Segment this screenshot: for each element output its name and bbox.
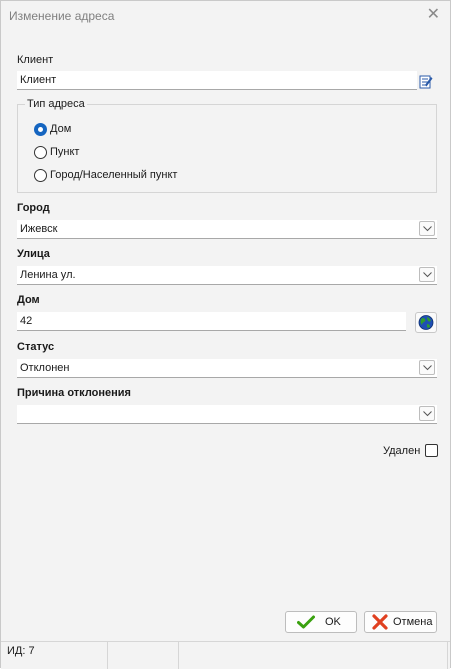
city-label: Город — [17, 202, 50, 214]
city-value: Ижевск — [20, 223, 58, 235]
status-bar-cell: ИД: 7 — [1, 642, 108, 669]
status-bar-cell — [179, 642, 448, 669]
cancel-button-label: Отмена — [393, 616, 433, 628]
reject-reason-label: Причина отклонения — [17, 387, 131, 399]
house-input[interactable]: 42 — [17, 312, 406, 331]
street-select[interactable]: Ленина ул. — [17, 266, 437, 285]
city-select[interactable]: Ижевск — [17, 220, 437, 239]
edit-icon[interactable] — [419, 74, 433, 89]
street-label: Улица — [17, 248, 50, 260]
house-label: Дом — [17, 294, 40, 306]
deleted-checkbox[interactable] — [425, 444, 438, 457]
globe-icon — [418, 315, 434, 330]
status-bar-cell — [108, 642, 179, 669]
radio-house[interactable]: Дом — [34, 122, 71, 136]
radio-indicator[interactable] — [34, 145, 47, 159]
radio-city[interactable]: Город/Населенный пункт — [34, 168, 177, 182]
checkmark-icon — [297, 615, 315, 629]
radio-house-label: Дом — [50, 123, 72, 135]
globe-button[interactable] — [415, 312, 437, 333]
status-select[interactable]: Отклонен — [17, 359, 437, 378]
window-title: Изменение адреса — [9, 9, 115, 23]
address-type-label: Тип адреса — [25, 98, 87, 110]
radio-point-label: Пункт — [50, 146, 80, 158]
radio-selected-indicator[interactable] — [34, 122, 47, 136]
radio-indicator[interactable] — [34, 168, 47, 182]
cross-icon — [372, 614, 388, 630]
close-icon[interactable]: ✕ — [427, 7, 440, 23]
chevron-down-icon[interactable] — [419, 221, 435, 236]
client-field[interactable]: Клиент — [17, 71, 417, 90]
status-value: Отклонен — [20, 362, 70, 374]
chevron-down-icon[interactable] — [419, 406, 435, 421]
client-value: Клиент — [20, 74, 57, 86]
house-value: 42 — [20, 315, 33, 327]
ok-button[interactable]: OK — [285, 611, 357, 633]
ok-button-label: OK — [325, 616, 341, 628]
id-text: ИД: 7 — [7, 645, 35, 657]
status-bar: ИД: 7 — [1, 641, 450, 669]
deleted-label: Удален — [383, 445, 421, 457]
title-bar: Изменение адреса ✕ — [1, 1, 450, 31]
street-value: Ленина ул. — [20, 269, 76, 281]
radio-point[interactable]: Пункт — [34, 145, 79, 159]
radio-city-label: Город/Населенный пункт — [50, 169, 178, 181]
chevron-down-icon[interactable] — [419, 267, 435, 282]
cancel-button[interactable]: Отмена — [364, 611, 437, 633]
client-label: Клиент — [17, 54, 54, 66]
status-label: Статус — [17, 341, 55, 353]
address-edit-dialog: Изменение адреса ✕ Клиент Клиент Тип адр… — [0, 0, 451, 669]
reject-reason-select[interactable] — [17, 405, 437, 424]
chevron-down-icon[interactable] — [419, 360, 435, 375]
